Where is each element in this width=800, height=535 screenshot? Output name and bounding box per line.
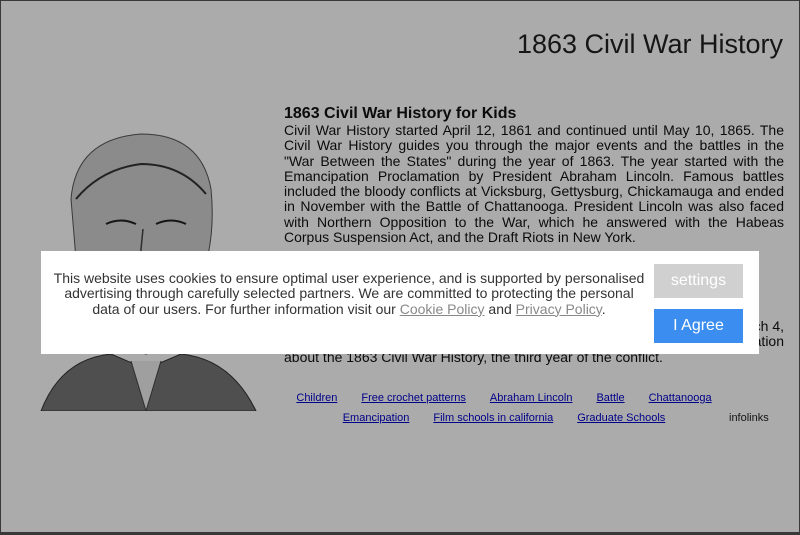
agree-button[interactable]: I Agree (654, 309, 743, 343)
privacy-policy-link[interactable]: Privacy Policy (516, 301, 602, 317)
cookie-banner: This website uses cookies to ensure opti… (41, 251, 759, 354)
cookie-banner-and: and (488, 300, 512, 317)
cookie-banner-period: . (601, 300, 606, 317)
cookie-policy-link[interactable]: Cookie Policy (400, 301, 485, 317)
settings-button[interactable]: settings (654, 264, 743, 298)
cookie-banner-text: This website uses cookies to ensure opti… (51, 270, 647, 317)
